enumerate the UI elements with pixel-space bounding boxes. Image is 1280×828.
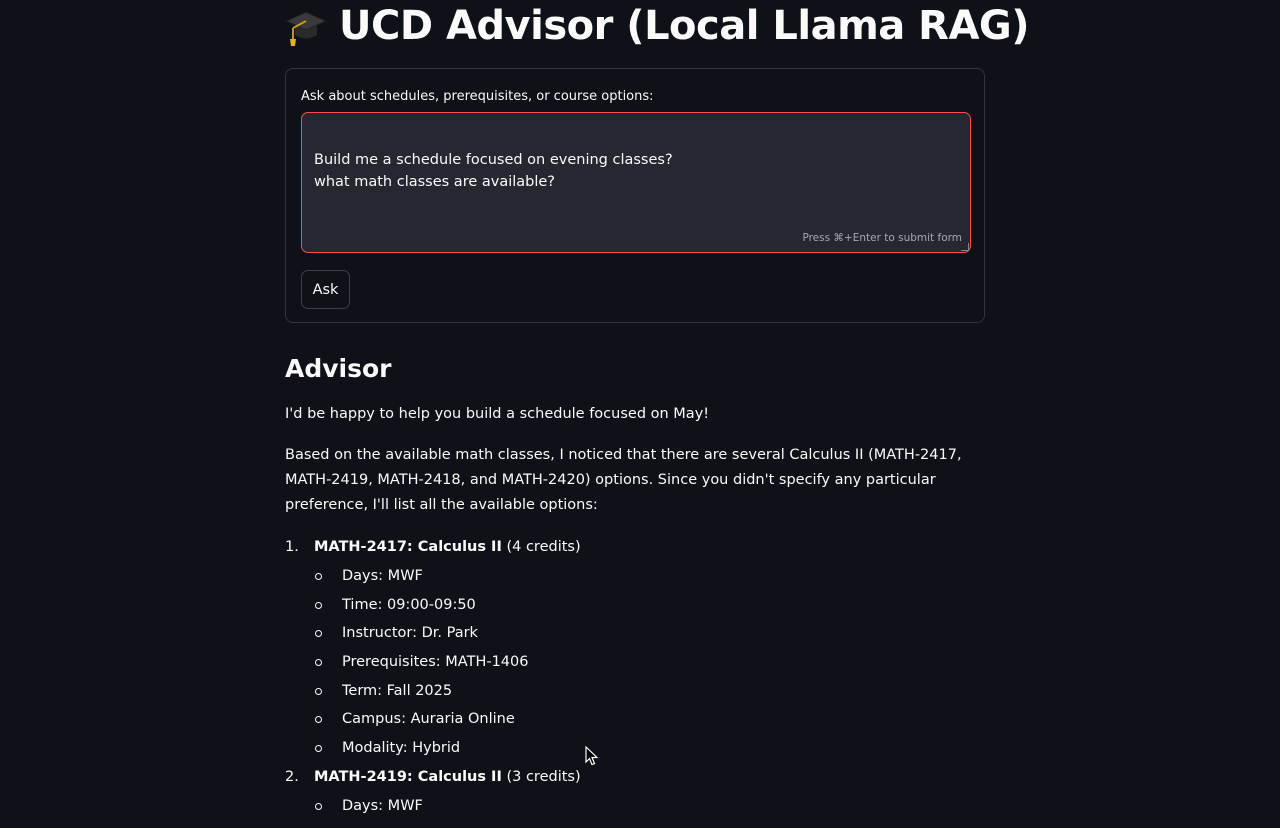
- course-detail: Term: Fall 2025: [285, 677, 985, 706]
- course-detail: Modality: Hybrid: [285, 734, 985, 763]
- course-detail-text: Time: 09:00-09:50: [342, 596, 476, 613]
- course-number: 1.: [285, 539, 299, 555]
- course-detail-text: Modality: Hybrid: [342, 740, 461, 757]
- circle-bullet-icon: [315, 802, 322, 810]
- submit-hint: Press ⌘+Enter to submit form: [802, 231, 962, 244]
- app-page: UCD Advisor (Local Llama RAG) Ask about …: [0, 0, 1280, 828]
- circle-bullet-icon: [315, 745, 322, 753]
- course-credits: (4 credits): [501, 539, 581, 555]
- course-title: MATH-2417: Calculus II: [314, 539, 502, 555]
- course-heading: MATH-2417: Calculus II (4 credits): [314, 533, 581, 562]
- course-list: 1. MATH-2417: Calculus II (4 credits) Da…: [285, 533, 985, 821]
- course-detail-text: Days: MWF: [342, 797, 423, 814]
- advisor-answer: Advisor I'd be happy to help you build a…: [285, 350, 987, 814]
- circle-bullet-icon: [315, 687, 322, 695]
- course-detail: Time: 09:00-09:50: [285, 591, 985, 620]
- query-text: Build me a schedule focused on evening c…: [314, 151, 673, 191]
- page-title: UCD Advisor (Local Llama RAG): [339, 3, 1030, 49]
- course-detail-text: Campus: Auraria Online: [342, 711, 515, 728]
- course-detail: Days: MWF: [285, 562, 985, 591]
- course-credits: (3 credits): [501, 768, 581, 785]
- course-detail: Campus: Auraria Online: [285, 705, 985, 734]
- course-item: 1. MATH-2417: Calculus II (4 credits): [285, 533, 985, 562]
- resize-handle-icon[interactable]: [961, 243, 969, 251]
- course-detail-text: Prerequisites: MATH-1406: [342, 654, 529, 671]
- course-detail: Days: MWF: [285, 792, 985, 821]
- answer-summary: Based on the available math classes, I n…: [285, 447, 962, 513]
- course-detail: Instructor: Dr. Park: [285, 619, 985, 648]
- circle-bullet-icon: [315, 573, 322, 580]
- course-detail-text: Instructor: Dr. Park: [342, 625, 478, 642]
- graduation-cap-icon: [284, 6, 328, 46]
- page-header: UCD Advisor (Local Llama RAG): [284, 0, 1030, 52]
- circle-bullet-icon: [315, 630, 322, 638]
- advisor-heading: Advisor: [285, 354, 392, 383]
- circle-bullet-icon: [315, 659, 322, 667]
- mouse-pointer-icon: [585, 745, 599, 766]
- query-form: Ask about schedules, prerequisites, or c…: [285, 68, 985, 323]
- query-textarea[interactable]: Build me a schedule focused on evening c…: [301, 112, 971, 253]
- course-detail: Prerequisites: MATH-1406: [285, 648, 985, 677]
- course-title: MATH-2419: Calculus II: [314, 768, 502, 785]
- course-item: 2. MATH-2419: Calculus II (3 credits): [285, 763, 985, 792]
- course-heading: MATH-2419: Calculus II (3 credits): [314, 763, 581, 792]
- circle-bullet-icon: [315, 601, 322, 609]
- query-label: Ask about schedules, prerequisites, or c…: [301, 89, 654, 104]
- circle-bullet-icon: [315, 716, 322, 724]
- ask-button[interactable]: Ask: [301, 270, 350, 309]
- main-column: UCD Advisor (Local Llama RAG) Ask about …: [284, 0, 1030, 814]
- course-number: 2.: [285, 768, 299, 785]
- course-detail-text: Days: MWF: [342, 568, 423, 584]
- answer-intro: I'd be happy to help you build a schedul…: [285, 406, 710, 422]
- course-detail-text: Term: Fall 2025: [342, 682, 453, 699]
